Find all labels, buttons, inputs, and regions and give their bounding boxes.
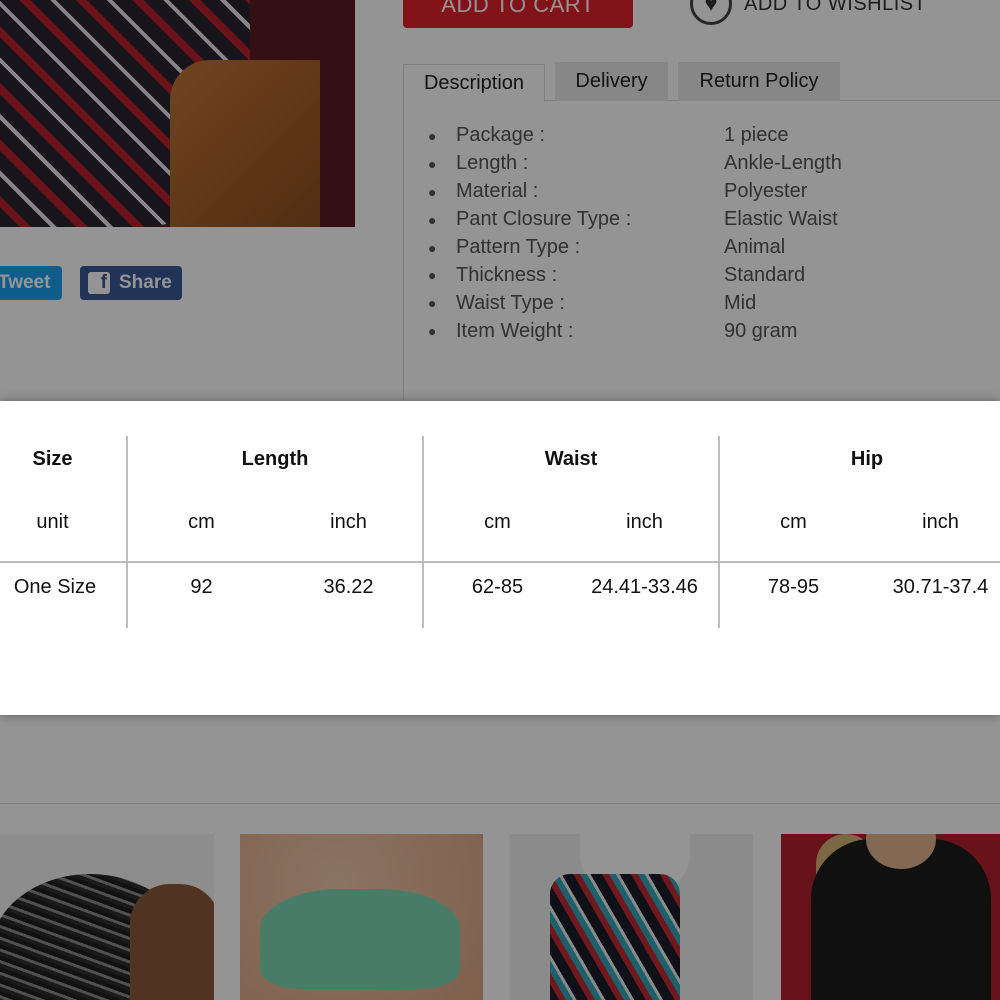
size-chart-modal: Size Length Waist Hip unit cm inch cm in…: [0, 401, 1000, 715]
table-divider: [0, 561, 1000, 563]
unit-length-cm: cm: [188, 511, 215, 533]
row-hip-inch: 30.71-37.4: [892, 576, 989, 598]
header-size: Size: [32, 448, 73, 470]
row-length-inch: 36.22: [323, 576, 374, 598]
header-length: Length: [241, 448, 309, 470]
unit-hip-inch: inch: [922, 511, 959, 533]
header-hip: Hip: [850, 448, 884, 470]
unit-label: unit: [36, 511, 69, 533]
row-waist-cm: 62-85: [471, 576, 524, 598]
row-length-cm: 92: [190, 576, 213, 598]
row-waist-inch: 24.41-33.46: [591, 576, 698, 598]
unit-length-inch: inch: [330, 511, 367, 533]
row-size: One Size: [13, 576, 97, 598]
unit-waist-cm: cm: [484, 511, 511, 533]
row-hip-cm: 78-95: [767, 576, 820, 598]
unit-hip-cm: cm: [780, 511, 807, 533]
header-waist: Waist: [544, 448, 598, 470]
unit-waist-inch: inch: [626, 511, 663, 533]
